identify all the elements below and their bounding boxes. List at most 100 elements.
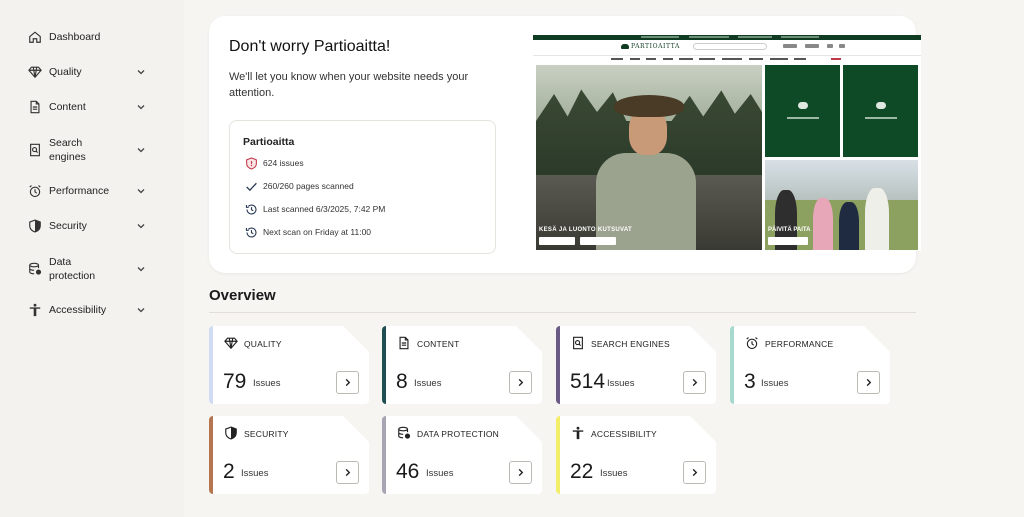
- sidebar-item-quality[interactable]: Quality: [0, 65, 184, 79]
- preview-logo: PARTIOAITTA: [621, 43, 680, 50]
- checkmark-icon: [244, 179, 258, 193]
- chevron-down-icon[interactable]: [136, 264, 146, 274]
- card-count: 22: [570, 460, 594, 483]
- card-issues-label: Issues: [426, 468, 454, 479]
- sidebar-item-dashboard[interactable]: Dashboard: [0, 30, 184, 44]
- home-icon: [28, 30, 42, 44]
- card-count: 2: [223, 460, 235, 483]
- divider: [209, 312, 916, 313]
- site-next-scan-row: Next scan on Friday at 11:00: [244, 225, 371, 239]
- open-quality-button[interactable]: [336, 371, 359, 394]
- card-title: CONTENT: [417, 339, 460, 349]
- card-issues-label: Issues: [761, 378, 789, 389]
- database-icon: [397, 426, 411, 440]
- preview-menu: [533, 55, 921, 62]
- sidebar-item-label: Data protection: [49, 256, 96, 282]
- document-icon: [28, 100, 42, 114]
- card-count: 46: [396, 460, 420, 483]
- card-accent: [209, 416, 213, 494]
- card-accent: [556, 326, 560, 404]
- hero-card: Don't worry Partioaitta! We'll let you k…: [209, 16, 921, 273]
- overview-card-accessibility: ACCESSIBILITY 22 Issues: [556, 416, 716, 494]
- site-issues-row: 624 issues: [244, 156, 304, 170]
- sidebar-item-label: Accessibility: [49, 304, 107, 316]
- chevron-down-icon[interactable]: [136, 67, 146, 77]
- overview-card-performance: PERFORMANCE 3 Issues: [730, 326, 890, 404]
- main-content: Don't worry Partioaitta! We'll let you k…: [184, 0, 1024, 517]
- site-last-scan-text: Last scanned 6/3/2025, 7:42 PM: [263, 204, 386, 214]
- shield-alert-icon: [244, 156, 258, 170]
- sidebar-item-label: Quality: [49, 66, 82, 78]
- card-accent: [382, 326, 386, 404]
- open-content-button[interactable]: [509, 371, 532, 394]
- card-count: 79: [223, 370, 247, 393]
- card-title: SEARCH ENGINES: [591, 339, 670, 349]
- accessibility-person-icon: [571, 426, 585, 440]
- sidebar-item-accessibility[interactable]: Accessibility: [0, 303, 184, 317]
- card-count: 8: [396, 370, 408, 393]
- sidebar-item-label: Dashboard: [49, 31, 101, 43]
- site-issues-text: 624 issues: [263, 158, 304, 168]
- card-accent: [556, 416, 560, 494]
- chevron-down-icon[interactable]: [136, 305, 146, 315]
- shield-icon: [224, 426, 238, 440]
- preview-secondary-caption: PÄIVITÄ PAITA: [768, 227, 811, 233]
- card-count: 514: [570, 370, 606, 393]
- overview-card-data-protection: DATA PROTECTION 46 Issues: [382, 416, 542, 494]
- card-accent: [382, 416, 386, 494]
- site-last-scan-row: Last scanned 6/3/2025, 7:42 PM: [244, 202, 385, 216]
- sidebar: Dashboard Quality Content Search engines…: [0, 0, 184, 517]
- history-icon: [244, 202, 258, 216]
- site-summary: Partioaitta 624 issues 260/260 pages sca…: [229, 120, 496, 254]
- search-document-icon: [28, 143, 42, 157]
- search-document-icon: [571, 336, 585, 350]
- site-name: Partioaitta: [243, 136, 295, 148]
- card-issues-label: Issues: [600, 468, 628, 479]
- card-title: ACCESSIBILITY: [591, 429, 657, 439]
- hero-title: Don't worry Partioaitta!: [229, 38, 391, 55]
- site-pages-row: 260/260 pages scanned: [244, 179, 354, 193]
- card-accent: [730, 326, 734, 404]
- card-accent: [209, 326, 213, 404]
- preview-hero-photo: KESÄ JA LUONTO KUTSUVAT: [536, 65, 762, 250]
- overview-card-content: CONTENT 8 Issues: [382, 326, 542, 404]
- sidebar-item-data-protection[interactable]: Data protection: [0, 255, 184, 283]
- sidebar-item-content[interactable]: Content: [0, 100, 184, 114]
- sidebar-item-label: Security: [49, 220, 87, 232]
- database-icon: [28, 262, 42, 276]
- card-count: 3: [744, 370, 756, 393]
- open-performance-button[interactable]: [857, 371, 880, 394]
- shield-icon: [28, 219, 42, 233]
- diamond-icon: [28, 65, 42, 79]
- overview-card-quality: QUALITY 79 Issues: [209, 326, 369, 404]
- site-next-scan-text: Next scan on Friday at 11:00: [263, 227, 372, 237]
- card-title: DATA PROTECTION: [417, 429, 500, 439]
- chevron-down-icon[interactable]: [136, 186, 146, 196]
- card-issues-label: Issues: [607, 378, 635, 389]
- preview-promo-tile: [765, 65, 840, 157]
- preview-header: PARTIOAITTA: [533, 40, 921, 55]
- sidebar-item-search-engines[interactable]: Search engines: [0, 136, 184, 164]
- card-issues-label: Issues: [414, 378, 442, 389]
- preview-promo-tile: [843, 65, 918, 157]
- hero-subtitle: We'll let you know when your website nee…: [229, 71, 469, 99]
- overview-card-search-engines: SEARCH ENGINES 514 Issues: [556, 326, 716, 404]
- chevron-down-icon[interactable]: [136, 145, 146, 155]
- card-title: SECURITY: [244, 429, 289, 439]
- sidebar-item-security[interactable]: Security: [0, 219, 184, 233]
- accessibility-person-icon: [28, 303, 42, 317]
- sidebar-item-performance[interactable]: Performance: [0, 184, 184, 198]
- open-search-engines-button[interactable]: [683, 371, 706, 394]
- preview-group-photo: PÄIVITÄ PAITA: [765, 160, 918, 250]
- open-security-button[interactable]: [336, 461, 359, 484]
- history-icon: [244, 225, 258, 239]
- sidebar-item-label: Content: [49, 101, 86, 113]
- site-pages-text: 260/260 pages scanned: [263, 181, 354, 191]
- card-issues-label: Issues: [253, 378, 281, 389]
- open-accessibility-button[interactable]: [683, 461, 706, 484]
- chevron-down-icon[interactable]: [136, 102, 146, 112]
- chevron-down-icon[interactable]: [136, 221, 146, 231]
- open-data-protection-button[interactable]: [509, 461, 532, 484]
- diamond-icon: [224, 336, 238, 350]
- alarm-clock-icon: [745, 336, 759, 350]
